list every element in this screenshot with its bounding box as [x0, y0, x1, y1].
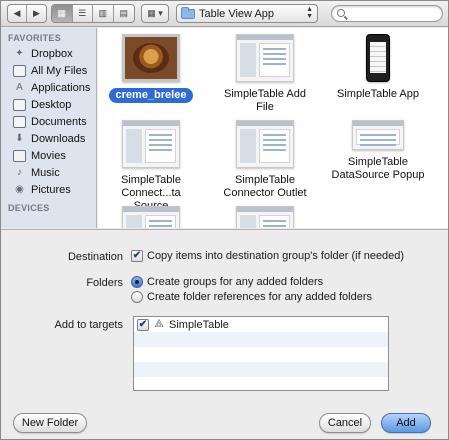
sidebar-item-label: Documents	[31, 115, 87, 128]
file-item[interactable]: SimpleTable Connect...ta Source	[103, 120, 199, 213]
file-label: creme_brelee	[108, 88, 194, 103]
checkmark-icon[interactable]: ✔	[137, 318, 149, 331]
targets-list: ✔ ⟁ SimpleTable	[133, 316, 389, 391]
dropbox-icon: ✦	[15, 48, 24, 59]
search-icon	[337, 9, 345, 17]
copy-items-label: Copy items into destination group's fold…	[147, 250, 405, 262]
screenshot-thumbnail	[236, 206, 294, 228]
sidebar-item-label: Pictures	[31, 183, 71, 196]
folders-label: Folders	[86, 277, 123, 289]
sidebar-section-devices: DEVICES	[8, 203, 50, 213]
file-label: SimpleTable Connector Outlet	[223, 174, 307, 199]
sidebar: FAVORITES ✦ Dropbox All My Files A Appli…	[1, 28, 97, 228]
file-item[interactable]: SimpleTable Connector Outlet	[217, 120, 313, 200]
sidebar-item-movies[interactable]: Movies	[1, 147, 96, 164]
sidebar-item-label: Applications	[31, 81, 91, 94]
movies-icon	[13, 149, 26, 162]
file-item[interactable]: creme_brelee	[103, 34, 199, 103]
view-mode-buttons: ▦ ☰ ▥ ▤	[51, 4, 135, 23]
dialog-toolbar: ◀ ▶ ▦ ☰ ▥ ▤ ▦ ▾ Table View App ▲ ▼	[1, 1, 448, 27]
file-label: SimpleTable App	[337, 88, 419, 100]
navigation-buttons: ◀ ▶	[7, 4, 47, 23]
screenshot-thumbnail	[236, 120, 294, 168]
radio-selected-icon	[131, 276, 143, 288]
dialog-footer: New Folder Cancel Add	[1, 409, 448, 439]
folder-icon	[181, 6, 195, 19]
create-folder-references-radio[interactable]: Create folder references for any added f…	[131, 291, 372, 303]
cancel-button[interactable]: Cancel	[319, 413, 371, 433]
new-folder-button[interactable]: New Folder	[13, 413, 87, 433]
target-label: SimpleTable	[169, 318, 229, 331]
destination-label: Destination	[67, 251, 123, 263]
file-item[interactable]: SimpleTable App	[330, 34, 426, 101]
all-files-icon	[13, 64, 26, 77]
checkmark-icon: ✔	[131, 250, 143, 262]
back-arrow-icon[interactable]: ◀	[8, 5, 28, 22]
list-view-icon[interactable]: ☰	[73, 5, 93, 22]
downloads-icon: ⬇	[15, 133, 24, 144]
desktop-icon	[13, 98, 26, 111]
file-label: SimpleTable DataSource Popup	[331, 156, 425, 181]
add-button[interactable]: Add	[381, 413, 431, 433]
forward-arrow-icon[interactable]: ▶	[27, 5, 46, 22]
screenshot-thumbnail	[122, 206, 180, 228]
file-browser: creme_brelee SimpleTable Add File Simple…	[98, 28, 448, 228]
sidebar-item-pictures[interactable]: ◉ Pictures	[1, 181, 96, 198]
sidebar-item-music[interactable]: ♪ Music	[1, 164, 96, 181]
sidebar-item-downloads[interactable]: ⬇ Downloads	[1, 130, 96, 147]
app-target-icon: ⟁	[154, 318, 164, 330]
documents-icon	[13, 115, 26, 128]
sidebar-item-label: Music	[31, 166, 60, 179]
applications-icon: A	[16, 82, 23, 93]
copy-items-checkbox[interactable]: ✔ Copy items into destination group's fo…	[131, 250, 404, 262]
create-groups-label: Create groups for any added folders	[147, 276, 324, 288]
sidebar-item-label: All My Files	[31, 64, 88, 77]
screenshot-thumbnail	[236, 34, 294, 82]
location-label: Table View App	[199, 7, 275, 20]
arrange-grid-icon: ▦ ▾	[147, 8, 163, 18]
add-files-dialog: ◀ ▶ ▦ ☰ ▥ ▤ ▦ ▾ Table View App ▲ ▼ FAVORI…	[0, 0, 449, 440]
file-item[interactable]	[103, 206, 199, 228]
updown-chevron-icon: ▲ ▼	[306, 6, 313, 20]
location-popup[interactable]: Table View App ▲ ▼	[176, 4, 318, 23]
music-icon: ♪	[17, 167, 22, 178]
sidebar-item-label: Dropbox	[31, 47, 73, 60]
coverflow-view-icon[interactable]: ▤	[114, 5, 134, 22]
add-options-panel: Destination ✔ Copy items into destinatio…	[1, 229, 448, 409]
add-to-targets-label: Add to targets	[54, 319, 124, 331]
file-item[interactable]	[217, 206, 313, 228]
create-folder-references-label: Create folder references for any added f…	[147, 291, 373, 303]
column-view-icon[interactable]: ▥	[93, 5, 114, 22]
file-item[interactable]: SimpleTable Add File	[217, 34, 313, 114]
screenshot-thumbnail	[122, 120, 180, 168]
screenshot-thumbnail	[352, 120, 404, 150]
sidebar-item-documents[interactable]: Documents	[1, 113, 96, 130]
file-label: SimpleTable Add File	[224, 88, 306, 113]
sidebar-item-label: Downloads	[31, 132, 86, 145]
sidebar-section-favorites: FAVORITES	[8, 33, 62, 43]
pictures-icon: ◉	[15, 184, 24, 195]
sidebar-item-label: Desktop	[31, 98, 72, 111]
sidebar-item-desktop[interactable]: Desktop	[1, 96, 96, 113]
search-input[interactable]	[331, 5, 443, 22]
target-row[interactable]: ✔ ⟁ SimpleTable	[134, 317, 388, 332]
sidebar-item-all-my-files[interactable]: All My Files	[1, 62, 96, 79]
sidebar-item-applications[interactable]: A Applications	[1, 79, 96, 96]
create-groups-radio[interactable]: Create groups for any added folders	[131, 276, 323, 288]
arrange-button[interactable]: ▦ ▾	[141, 4, 169, 23]
radio-unselected-icon	[131, 291, 143, 303]
icon-view-icon[interactable]: ▦	[52, 5, 73, 22]
sidebar-item-label: Movies	[31, 149, 66, 162]
file-item[interactable]: SimpleTable DataSource Popup	[330, 110, 426, 182]
sidebar-item-dropbox[interactable]: ✦ Dropbox	[1, 45, 96, 62]
phone-thumbnail	[366, 34, 390, 82]
photo-thumbnail	[122, 34, 180, 82]
